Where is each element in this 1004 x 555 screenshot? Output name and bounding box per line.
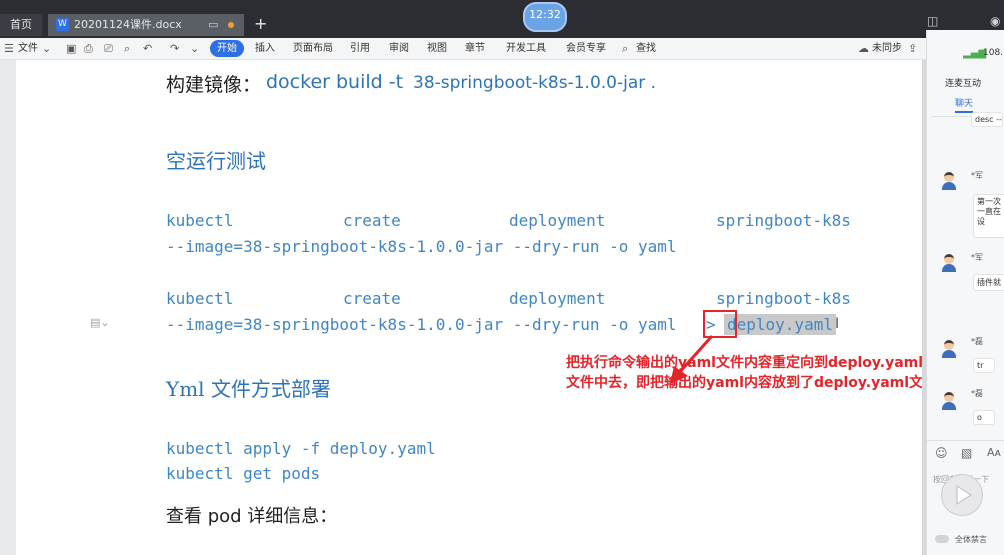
undo-icon[interactable]: ↶: [143, 40, 152, 57]
sync-status[interactable]: 未同步: [872, 40, 902, 57]
chat-sender: *军: [971, 253, 983, 262]
doc-build-command: docker build -t: [266, 71, 404, 93]
avatar: [941, 340, 957, 358]
wps-writer-icon: W: [56, 18, 69, 31]
tab-layout[interactable]: 页面布局: [293, 40, 333, 57]
clock-badge: 12:32: [523, 2, 567, 32]
chevron-down-icon[interactable]: ⌄: [42, 40, 51, 57]
code-cmd1-name: springboot-k8s: [716, 211, 851, 230]
code-apply: kubectl apply -f deploy.yaml: [166, 439, 436, 458]
chat-sidebar: ▂▄▆ 108. 连麦互动 聊天 desc -- *军 第一次 一直在 设 *军…: [926, 30, 1004, 555]
image-icon[interactable]: ▧: [961, 446, 972, 460]
tab-home[interactable]: 首页: [0, 14, 42, 36]
doc-build-arg: 38-springboot-k8s-1.0.0-jar .: [413, 73, 657, 93]
annotation-line1: 把执行命令输出的yaml文件内容重定向到deploy.yaml: [566, 355, 924, 371]
left-margin-pane: [0, 60, 16, 555]
avatar: [941, 392, 957, 410]
code-cmd2-create: create: [343, 289, 401, 308]
font-size-icon[interactable]: Aᴀ: [987, 446, 1001, 459]
monitor-icon[interactable]: ▭: [208, 14, 218, 36]
code-cmd1-deployment: deployment: [509, 211, 606, 230]
tab-start[interactable]: 开始: [210, 40, 244, 57]
play-icon: [956, 485, 972, 505]
search-icon[interactable]: ⌕: [622, 40, 628, 57]
tab-member[interactable]: 会员专享: [566, 40, 606, 57]
code-cmd2-deployment: deployment: [509, 289, 606, 308]
tab-devtools[interactable]: 开发工具: [506, 40, 546, 57]
cloud-icon[interactable]: ☁: [858, 40, 869, 57]
tab-document[interactable]: W 20201124课件.docx ▭: [48, 14, 244, 36]
export-icon[interactable]: ⎙: [84, 40, 93, 57]
text-cursor-icon: I: [835, 316, 840, 332]
tab-review[interactable]: 审阅: [389, 40, 409, 57]
share-icon[interactable]: ⇪: [908, 40, 917, 57]
heading-yml: Yml 文件方式部署: [166, 373, 331, 402]
chat-message: 第一次 一直在 设: [973, 194, 1004, 238]
emoji-icon[interactable]: ☺: [935, 446, 948, 460]
preview-icon[interactable]: ⌕: [124, 40, 130, 57]
search-button[interactable]: 查找: [636, 40, 656, 57]
heading-dry-run: 空运行测试: [166, 149, 266, 173]
annotation-line2: 文件中去，即把输出的yaml内容放到了deploy.yaml文件: [566, 375, 938, 391]
ribbon-menu: ☰ 文件 ⌄ ▣ ⎙ ⎚ ⌕ ↶ ↷ ⌄ 开始 插入 页面布局 引用 审阅 视图…: [0, 38, 926, 60]
code-cmd2-name: springboot-k8s: [716, 289, 851, 308]
new-tab-button[interactable]: +: [254, 14, 267, 34]
code-cmd2-kubectl: kubectl: [166, 289, 234, 308]
signal-value: 108.: [983, 48, 1004, 58]
play-button[interactable]: [941, 474, 983, 516]
chat-message-line: 设: [977, 217, 985, 226]
avatar: [941, 254, 957, 272]
chat-sender: *军: [971, 171, 983, 180]
window-layout-icon[interactable]: ◫: [927, 14, 938, 28]
code-selected-filename[interactable]: deploy.yaml: [724, 314, 836, 335]
chat-message-line: 一直在: [977, 207, 1001, 216]
chat-message: tr: [973, 358, 995, 373]
paragraph-handle-icon[interactable]: ▤⌄: [90, 316, 110, 329]
tab-chat[interactable]: 聊天: [955, 96, 974, 113]
tab-insert[interactable]: 插入: [255, 40, 275, 57]
code-cmd1-create: create: [343, 211, 401, 230]
chat-sender: *磊: [971, 337, 983, 346]
chat-message-line: 第一次: [977, 197, 1001, 206]
tab-reference[interactable]: 引用: [350, 40, 370, 57]
chat-message: 插件就: [973, 274, 1004, 291]
more-icon[interactable]: ⌄: [190, 40, 199, 57]
tab-view[interactable]: 视图: [427, 40, 447, 57]
tab-interact[interactable]: 连麦互动: [945, 76, 981, 89]
mute-label: 全体禁言: [955, 535, 987, 544]
menu-file[interactable]: 文件: [18, 40, 38, 57]
doc-build-label: 构建镜像：: [166, 74, 262, 96]
tab-section[interactable]: 章节: [465, 40, 485, 57]
heading-yml-prefix: Yml: [166, 377, 205, 401]
code-cmd1-line2: --image=38-springboot-k8s-1.0.0-jar --dr…: [166, 237, 677, 256]
save-icon[interactable]: ▣: [66, 40, 76, 57]
doc-pod-info: 查看 pod 详细信息：: [166, 506, 338, 527]
code-cmd2-line2: --image=38-springboot-k8s-1.0.0-jar --dr…: [166, 315, 677, 334]
print-icon[interactable]: ⎚: [104, 40, 113, 57]
code-cmd1-kubectl: kubectl: [166, 211, 234, 230]
user-icon[interactable]: ◉: [990, 14, 1000, 28]
unsaved-dot-icon: [228, 22, 234, 28]
redo-icon[interactable]: ↷: [170, 40, 179, 57]
chat-message: o: [973, 410, 995, 425]
mute-toggle[interactable]: [935, 535, 949, 543]
chat-message: desc --: [971, 112, 1003, 127]
heading-yml-rest: 文件方式部署: [210, 377, 331, 401]
code-get-pods: kubectl get pods: [166, 464, 321, 483]
menu-icon[interactable]: ☰: [4, 40, 14, 57]
input-divider: [927, 440, 1004, 441]
chat-sender: *磊: [971, 389, 983, 398]
tab-document-label: 20201124课件.docx: [74, 18, 182, 31]
avatar: [941, 172, 957, 190]
